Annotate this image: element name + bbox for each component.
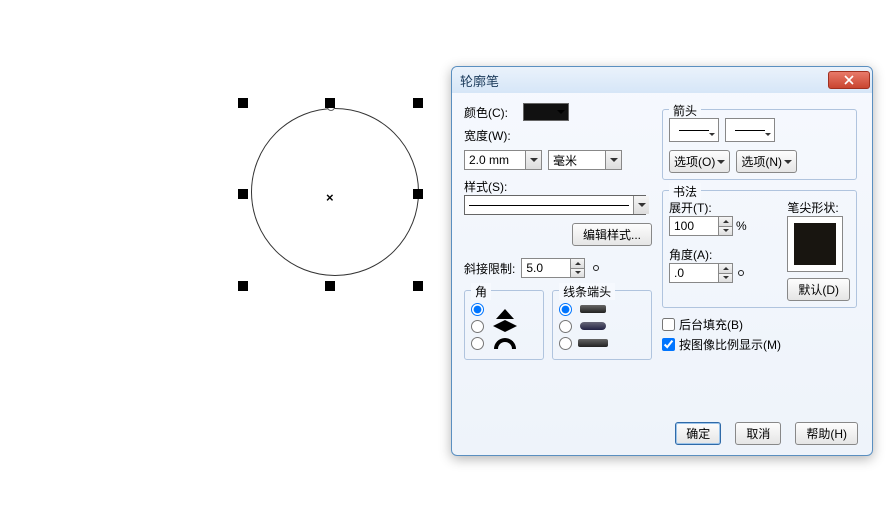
miter-limit-spinner[interactable] [521,258,585,278]
nib-label: 笔尖形状: [787,199,850,216]
miter-value[interactable] [522,259,570,277]
scale-with-image-checkbox-row: 按图像比例显示(M) [662,336,857,353]
spinner-up-icon[interactable] [570,259,584,269]
handle-bottom-right[interactable] [413,281,423,291]
arrows-title: 箭头 [669,102,701,119]
object-center-marker: × [326,190,334,205]
degree-icon [593,265,599,271]
arrows-group: 箭头 选项(O) 选项(N) [662,109,857,180]
cap-square-icon [578,336,608,350]
start-arrow-options-button[interactable]: 选项(O) [669,150,730,173]
line-caps-group: 线条端头 [552,290,652,360]
width-value: 2.0 mm [469,153,509,167]
handle-top-right[interactable] [413,98,423,108]
percent-label: % [736,219,747,233]
nib-square-icon [794,223,836,265]
start-arrow-picker[interactable] [669,118,719,142]
spinner-down-icon[interactable] [718,274,732,283]
handle-middle-left[interactable] [238,189,248,199]
miter-label: 斜接限制: [464,260,515,277]
handle-middle-right[interactable] [413,189,423,199]
corner-bevel-icon [490,336,520,350]
width-combo[interactable]: 2.0 mm [464,150,542,170]
dialog-footer: 确定 取消 帮助(H) [452,422,872,445]
cap-flat-radio[interactable] [559,303,572,316]
corner-round-icon [490,319,520,333]
canvas-area[interactable]: × [0,0,450,520]
chevron-down-icon[interactable] [633,196,649,214]
titlebar[interactable]: 轮廓笔 [452,67,872,93]
spinner-up-icon[interactable] [718,264,732,274]
chevron-down-icon[interactable] [525,151,541,169]
width-unit-combo[interactable]: 毫米 [548,150,622,170]
dialog-title: 轮廓笔 [460,71,828,90]
end-arrow-options-button[interactable]: 选项(N) [736,150,797,173]
degree-icon [738,270,744,276]
color-picker[interactable] [523,103,569,121]
arrow-none-icon [735,130,765,131]
stretch-label: 展开(T): [669,199,777,216]
handle-top-left[interactable] [238,98,248,108]
corner-bevel-radio[interactable] [471,337,484,350]
cap-round-icon [578,319,608,333]
corners-group: 角 [464,290,544,360]
handle-bottom-left[interactable] [238,281,248,291]
caps-title: 线条端头 [559,283,615,300]
ok-button[interactable]: 确定 [675,422,721,445]
solid-line-icon [469,205,629,206]
angle-spinner[interactable] [669,263,733,283]
cap-round-radio[interactable] [559,320,572,333]
close-button[interactable] [828,71,870,89]
spinner-up-icon[interactable] [718,217,732,227]
cap-flat-icon [578,302,608,316]
stretch-value[interactable] [670,217,718,235]
scale-with-image-label: 按图像比例显示(M) [679,336,781,353]
chevron-down-icon[interactable] [605,151,621,169]
close-icon [844,75,854,85]
chevron-down-icon [784,160,792,168]
behind-fill-label: 后台填充(B) [679,316,743,333]
spinner-down-icon[interactable] [718,227,732,236]
angle-value[interactable] [670,264,718,282]
nib-shape-preview[interactable] [787,216,843,272]
color-label: 颜色(C): [464,104,519,121]
arrow-none-icon [679,130,709,131]
width-label: 宽度(W): [464,127,519,144]
calligraphy-group: 书法 展开(T): % 角度(A): [662,190,857,308]
spinner-down-icon[interactable] [570,269,584,278]
line-style-combo[interactable] [464,195,646,215]
ellipse-object[interactable] [251,108,419,276]
corners-title: 角 [471,283,491,300]
behind-fill-checkbox[interactable] [662,318,675,331]
behind-fill-checkbox-row: 后台填充(B) [662,316,857,333]
help-button[interactable]: 帮助(H) [795,422,858,445]
edit-style-button[interactable]: 编辑样式... [572,223,652,246]
handle-top-center[interactable] [325,98,335,108]
outline-pen-dialog: 轮廓笔 颜色(C): 宽度(W): 2.0 mm 毫米 [451,66,873,456]
end-arrow-picker[interactable] [725,118,775,142]
angle-label: 角度(A): [669,246,777,263]
corner-miter-radio[interactable] [471,303,484,316]
calligraphy-title: 书法 [669,183,701,200]
cancel-button[interactable]: 取消 [735,422,781,445]
scale-with-image-checkbox[interactable] [662,338,675,351]
handle-bottom-center[interactable] [325,281,335,291]
corner-miter-icon [490,302,520,316]
default-button[interactable]: 默认(D) [787,278,850,301]
chevron-down-icon [717,160,725,168]
corner-round-radio[interactable] [471,320,484,333]
stretch-spinner[interactable] [669,216,733,236]
width-unit: 毫米 [553,152,577,169]
cap-square-radio[interactable] [559,337,572,350]
style-label: 样式(S): [464,178,652,195]
